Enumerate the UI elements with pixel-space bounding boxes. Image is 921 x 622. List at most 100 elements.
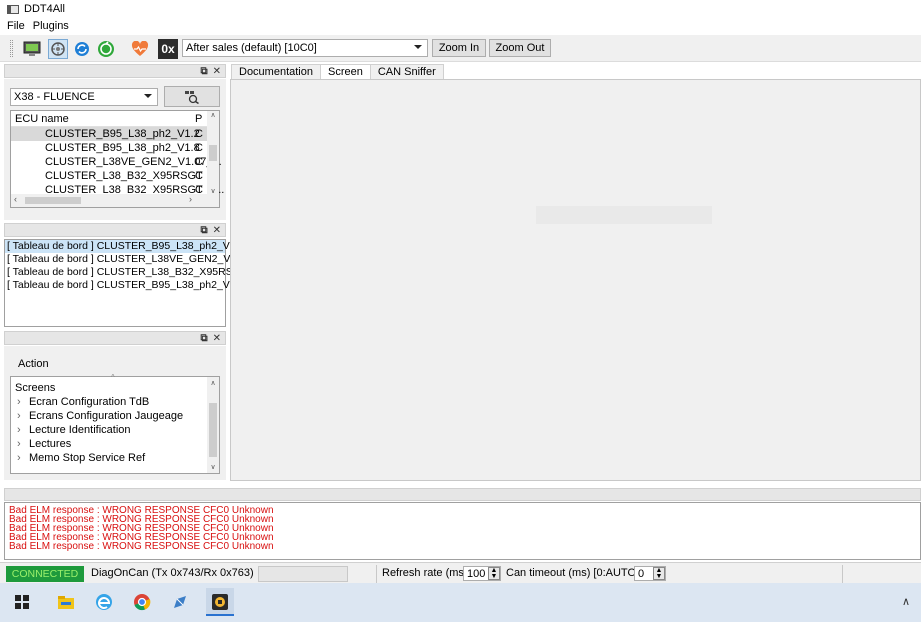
ecu-vertical-scrollbar[interactable]: ∧ ∨	[207, 111, 219, 195]
refresh-rate-spinbox[interactable]: 100 ▲ ▼	[463, 566, 501, 581]
spin-arrows-icon[interactable]: ▲ ▼	[488, 567, 500, 580]
chevron-down-icon	[414, 45, 422, 49]
chevron-down-icon	[144, 94, 152, 98]
list-item[interactable]: [ Tableau de bord ] CLUSTER_B95_L38_ph2_…	[5, 279, 244, 292]
menu-bar: File Plugins	[0, 18, 921, 34]
auto-refresh-icon[interactable]	[96, 39, 116, 59]
ecu-table: ECU name P CLUSTER_B95_L38_ph2_V1.2 C CLU…	[10, 110, 224, 208]
chevron-up-icon[interactable]: ∧	[207, 379, 219, 387]
progress-field	[258, 566, 348, 582]
screens-vertical-scrollbar[interactable]: ∧ ∨	[207, 377, 219, 473]
scroll-thumb[interactable]	[25, 197, 81, 204]
active-indicator	[206, 614, 234, 616]
close-dock-icon[interactable]: ✕	[213, 225, 221, 236]
scroll-thumb[interactable]	[209, 403, 217, 457]
connection-status-badge: CONNECTED	[6, 566, 84, 582]
table-row[interactable]: CLUSTER_L38_B32_X95RSGT C	[11, 169, 219, 183]
file-explorer-icon[interactable]	[56, 592, 76, 612]
list-item[interactable]: [ Tableau de bord ] CLUSTER_L38_B32_X95R…	[5, 266, 247, 279]
float-dock-icon[interactable]: ⧉	[200, 66, 207, 77]
can-timeout-value: 0	[638, 567, 645, 580]
menu-plugins[interactable]: Plugins	[33, 20, 69, 32]
os-taskbar: ∧	[0, 583, 921, 622]
tree-root-screens[interactable]: Screens	[11, 381, 219, 395]
can-timeout-label: Can timeout (ms) [0:AUTO] :	[506, 567, 646, 579]
chevron-up-icon: ^	[111, 373, 115, 382]
chevron-right-icon: ›	[17, 438, 21, 450]
table-row[interactable]: CLUSTER_L38VE_GEN2_V1.07_... C	[11, 155, 222, 169]
chevron-left-icon[interactable]: ‹	[14, 194, 17, 204]
screen-placeholder	[536, 206, 712, 224]
zoom-out-button[interactable]: Zoom Out	[489, 39, 551, 57]
action-label: Action	[18, 358, 49, 370]
float-dock-icon[interactable]: ⧉	[200, 333, 207, 344]
ecu-list: [ Tableau de bord ] CLUSTER_B95_L38_ph2_…	[4, 239, 257, 327]
dock-header-ecu-list[interactable]: ⧉ ✕	[4, 223, 226, 237]
chevron-right-icon: ›	[17, 410, 21, 422]
hex-mode-label: 0x	[161, 42, 175, 56]
tab-can-sniffer[interactable]: CAN Sniffer	[369, 64, 444, 79]
vehicle-value: X38 - FLUENCE	[14, 91, 95, 103]
chevron-down-icon[interactable]: ∨	[207, 463, 219, 471]
chrome-browser-icon[interactable]	[132, 592, 152, 612]
app-pen-icon[interactable]	[170, 592, 190, 612]
tab-screen[interactable]: Screen	[320, 64, 371, 79]
tree-item[interactable]: › Lecture Identification	[11, 423, 219, 437]
chevron-up-icon[interactable]: ∧	[207, 111, 219, 119]
tree-item[interactable]: › Lectures	[11, 437, 219, 451]
header-ecu-name[interactable]: ECU name	[15, 113, 69, 125]
tree-item[interactable]: › Ecrans Configuration Jaugeage	[11, 409, 219, 423]
protocol-label: DiagOnCan (Tx 0x743/Rx 0x763)	[91, 567, 254, 579]
scroll-thumb[interactable]	[209, 145, 217, 161]
tree-item[interactable]: › Memo Stop Service Ref	[11, 451, 219, 465]
title-bar: DDT4All	[0, 0, 921, 18]
hex-mode-button[interactable]: 0x	[158, 39, 178, 59]
menu-file[interactable]: File	[7, 20, 25, 32]
chevron-up-icon[interactable]: ∧	[902, 595, 910, 608]
heartbeat-icon[interactable]	[130, 39, 150, 59]
diag-session-select[interactable]: After sales (default) [10C0]	[182, 39, 428, 57]
list-item[interactable]: [ Tableau de bord ] CLUSTER_L38VE_GEN2_V…	[5, 253, 257, 266]
zoom-in-button[interactable]: Zoom In	[432, 39, 486, 57]
main-tabs: Documentation Screen CAN Sniffer	[231, 64, 444, 79]
chevron-right-icon[interactable]: ›	[189, 194, 192, 204]
refresh-icon[interactable]	[72, 39, 92, 59]
ecu-table-header: ECU name P	[11, 111, 219, 127]
screens-dock: Action ^ Screens › Ecran Configuration Td…	[4, 346, 226, 480]
windows-start-icon[interactable]	[12, 592, 32, 612]
chevron-right-icon: ›	[17, 452, 21, 464]
refresh-rate-label: Refresh rate (ms):	[382, 567, 471, 579]
screens-tree: ^ Screens › Ecran Configuration TdB › Ecra…	[10, 373, 220, 474]
dock-header-screens[interactable]: ⧉ ✕	[4, 331, 226, 345]
tree-item[interactable]: › Ecran Configuration TdB	[11, 395, 219, 409]
header-p[interactable]: P	[195, 111, 202, 127]
tab-documentation[interactable]: Documentation	[231, 64, 321, 79]
close-dock-icon[interactable]: ✕	[213, 333, 221, 344]
status-divider	[842, 565, 843, 583]
ddt4all-taskbar-icon[interactable]	[206, 588, 234, 616]
ecu-table-body: CLUSTER_B95_L38_ph2_V1.2 C CLUSTER_B95_L3…	[11, 127, 224, 197]
toolbar-grip-icon[interactable]	[10, 40, 13, 57]
dock-header-ecu[interactable]: ⧉ ✕	[4, 64, 226, 78]
magnifier-icon	[185, 90, 199, 104]
edge-browser-icon[interactable]	[94, 592, 114, 612]
vehicle-select[interactable]: X38 - FLUENCE	[10, 88, 158, 106]
can-timeout-spinbox[interactable]: 0 ▲ ▼	[634, 566, 666, 581]
toolbar: 0x After sales (default) [10C0] Zoom In …	[0, 35, 921, 62]
ecu-dock: X38 - FLUENCE ECU name P CLUSTER_B95_L38…	[4, 79, 226, 220]
spin-arrows-icon[interactable]: ▲ ▼	[653, 567, 665, 580]
float-dock-icon[interactable]: ⧉	[200, 225, 207, 236]
log-splitter[interactable]	[4, 488, 921, 501]
connect-elm-icon[interactable]	[22, 39, 42, 59]
scan-ecu-icon[interactable]	[48, 39, 68, 59]
search-ecu-button[interactable]	[164, 86, 220, 107]
diag-session-value: After sales (default) [10C0]	[186, 42, 317, 54]
ecu-horizontal-scrollbar[interactable]: ‹ ›	[11, 194, 219, 207]
table-row[interactable]: CLUSTER_B95_L38_ph2_V1.2 C	[11, 127, 219, 141]
list-item[interactable]: [ Tableau de bord ] CLUSTER_B95_L38_ph2_…	[5, 240, 244, 253]
close-dock-icon[interactable]: ✕	[213, 66, 221, 77]
log-line: Bad ELM response : WRONG RESPONSE CFC0 U…	[9, 541, 274, 552]
table-row[interactable]: CLUSTER_B95_L38_ph2_V1.8 C	[11, 141, 219, 155]
window-title: DDT4All	[24, 3, 65, 15]
refresh-rate-value: 100	[467, 567, 486, 580]
